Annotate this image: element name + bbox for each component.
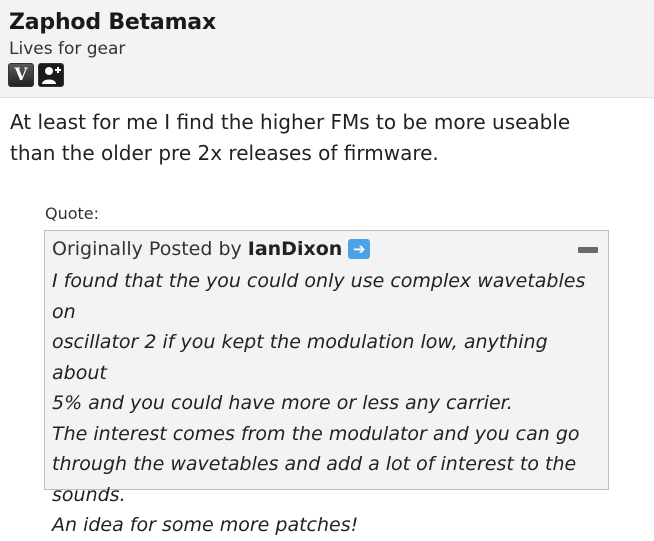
- username[interactable]: Zaphod Betamax: [9, 10, 216, 35]
- quote-line: I found that the you could only use comp…: [52, 270, 586, 323]
- post-message: At least for me I find the higher FMs to…: [10, 107, 640, 169]
- user-badges: V: [8, 63, 64, 87]
- quote-label: Quote:: [45, 204, 100, 223]
- collapse-quote-button[interactable]: [578, 247, 598, 253]
- arrow-right-icon[interactable]: ➔: [348, 239, 371, 259]
- message-line: than the older pre 2x releases of firmwa…: [10, 141, 439, 165]
- user-title: Lives for gear: [9, 39, 126, 59]
- message-line: At least for me I find the higher FMs to…: [10, 110, 571, 134]
- post-header: Zaphod Betamax Lives for gear V: [0, 0, 654, 98]
- quote-line: through the wavetables and add a lot of …: [52, 453, 577, 475]
- quote-line: sounds.: [52, 483, 126, 506]
- quote-line: An idea for some more patches!: [52, 514, 359, 536]
- person-plus-icon: [42, 67, 61, 84]
- quote-header: Originally Posted by IanDixon ➔: [52, 238, 371, 260]
- quote-prefix: Originally Posted by: [52, 238, 242, 260]
- quote-body: I found that the you could only use comp…: [52, 266, 602, 541]
- quote-block: Originally Posted by IanDixon ➔ I found …: [44, 230, 609, 536]
- quote-line: oscillator 2 if you kept the modulation …: [52, 331, 548, 384]
- quote-line: 5% and you could have more or less any c…: [52, 392, 513, 414]
- verified-badge-icon: V: [8, 63, 34, 87]
- quote-line: The interest comes from the modulator an…: [52, 422, 580, 445]
- add-user-icon[interactable]: [38, 63, 64, 87]
- badge-letter: V: [14, 64, 28, 85]
- quote-author[interactable]: IanDixon: [248, 238, 343, 260]
